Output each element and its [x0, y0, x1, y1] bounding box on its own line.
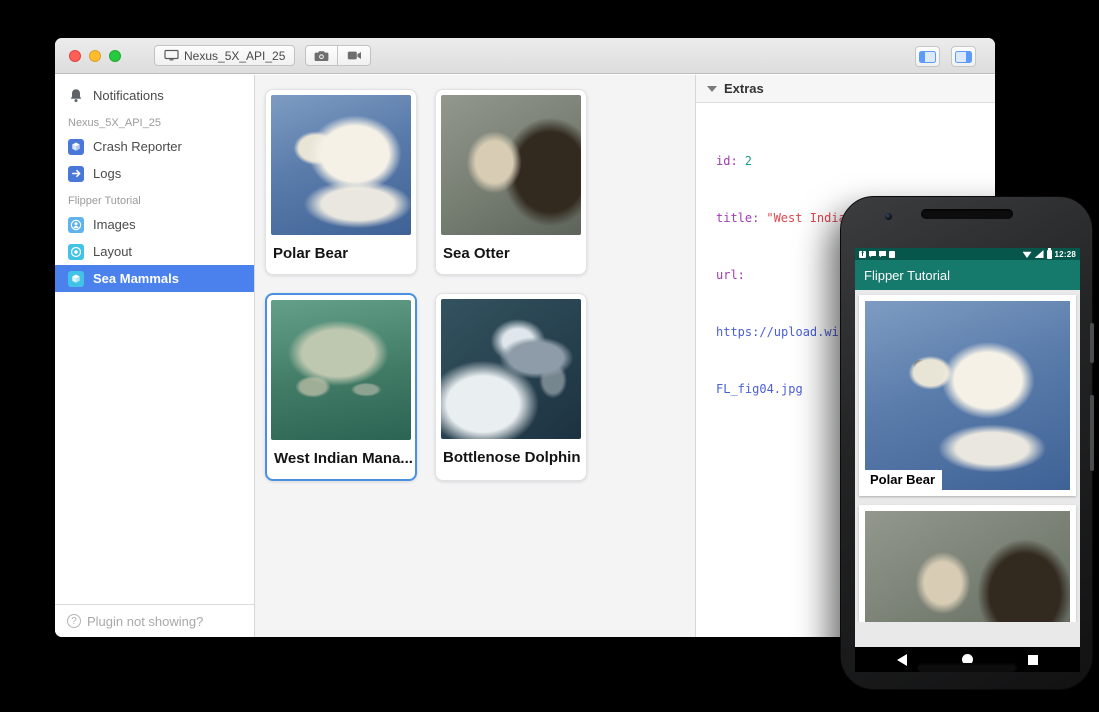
card-title: Polar Bear	[266, 235, 416, 274]
toggle-left-sidebar-button[interactable]	[915, 46, 940, 67]
sidebar-item-label: Images	[93, 217, 136, 232]
back-icon	[897, 654, 907, 666]
sidebar-section-device: Nexus_5X_API_25	[55, 109, 254, 133]
sidebar-item-sea-mammals[interactable]: Sea Mammals	[55, 265, 254, 292]
power-button	[1090, 323, 1094, 363]
cell-signal-icon	[1035, 250, 1044, 258]
card-title: Sea Otter	[436, 235, 586, 274]
target-icon	[68, 244, 84, 260]
left-panel-toggle-icon	[919, 51, 936, 63]
close-button[interactable]	[69, 50, 81, 62]
recents-icon	[1028, 655, 1038, 665]
sidebar-item-label: Layout	[93, 244, 132, 259]
crash-reporter-cube-icon	[68, 139, 84, 155]
plugin-main-content: Polar Bear Sea Otter West Indian Mana...…	[255, 75, 695, 637]
phone-sea-otter-image	[865, 511, 1070, 622]
extras-header[interactable]: Extras	[696, 75, 995, 103]
nexus-phone-mockup: f 12:28 Flipper Tutorial Po	[840, 196, 1093, 690]
window-toolbar: Nexus_5X_API_25	[55, 38, 995, 74]
sea-mammals-cube-icon	[68, 271, 84, 287]
sidebar-item-label: Crash Reporter	[93, 139, 182, 154]
screenshot-button[interactable]	[305, 45, 338, 66]
phone-card-sea-otter	[859, 505, 1076, 622]
sidebar-section-app: Flipper Tutorial	[55, 187, 254, 211]
sidebar-item-crash-reporter[interactable]: Crash Reporter	[55, 133, 254, 160]
toggle-right-sidebar-button[interactable]	[951, 46, 976, 67]
minimize-button[interactable]	[89, 50, 101, 62]
card-polar-bear[interactable]: Polar Bear	[265, 89, 417, 275]
help-icon: ?	[67, 614, 81, 628]
card-west-indian-manatee[interactable]: West Indian Mana...	[265, 293, 417, 481]
camera-icon	[314, 50, 329, 62]
person-circle-icon	[68, 217, 84, 233]
monitor-icon	[164, 49, 179, 62]
traffic-lights	[69, 50, 121, 62]
mammal-card-grid: Polar Bear Sea Otter West Indian Mana...…	[265, 89, 605, 481]
dolphin-image	[441, 299, 581, 439]
zoom-button[interactable]	[109, 50, 121, 62]
card-title: West Indian Mana...	[267, 440, 415, 479]
plugin-help-label: Plugin not showing?	[87, 614, 203, 629]
plugin-sidebar: Notifications Nexus_5X_API_25 Crash Repo…	[55, 75, 255, 637]
sea-otter-image	[441, 95, 581, 235]
android-status-bar: f 12:28	[855, 248, 1080, 260]
right-panel-toggle-icon	[955, 51, 972, 63]
message-icon	[879, 251, 886, 258]
battery-icon	[1047, 250, 1052, 259]
card-sea-otter[interactable]: Sea Otter	[435, 89, 587, 275]
wifi-icon	[1023, 250, 1032, 258]
bottom-speaker	[917, 663, 1017, 672]
device-selector-button[interactable]: Nexus_5X_API_25	[154, 45, 295, 66]
arrow-right-icon	[68, 166, 84, 182]
phone-card-polar-bear: Polar Bear	[859, 295, 1076, 496]
disclosure-triangle-icon	[707, 86, 717, 92]
code-line-id: id:2	[716, 152, 995, 171]
capture-button-group	[305, 45, 371, 66]
app-bar-title: Flipper Tutorial	[864, 268, 950, 283]
phone-polar-bear-image: Polar Bear	[865, 301, 1070, 490]
device-selector-label: Nexus_5X_API_25	[184, 49, 285, 63]
sidebar-item-notifications[interactable]: Notifications	[55, 82, 254, 109]
phone-screen: f 12:28 Flipper Tutorial Po	[855, 248, 1080, 647]
sidebar-item-logs[interactable]: Logs	[55, 160, 254, 187]
earpiece-speaker	[921, 209, 1013, 219]
facebook-notification-icon: f	[859, 251, 866, 258]
sidebar-item-label: Sea Mammals	[93, 271, 179, 286]
sidebar-item-images[interactable]: Images	[55, 211, 254, 238]
front-camera	[885, 213, 892, 220]
phone-card-label: Polar Bear	[865, 470, 942, 490]
plugin-help-link[interactable]: ? Plugin not showing?	[55, 604, 254, 637]
video-camera-icon	[347, 50, 362, 61]
lock-icon	[889, 251, 895, 258]
android-app-bar: Flipper Tutorial	[855, 260, 1080, 290]
desktop-stage: Nexus_5X_API_25	[0, 0, 1099, 712]
sidebar-item-label: Logs	[93, 166, 121, 181]
panel-toggle-group	[915, 46, 976, 67]
card-bottlenose-dolphin[interactable]: Bottlenose Dolphin	[435, 293, 587, 481]
message-icon	[869, 251, 876, 258]
screen-record-button[interactable]	[338, 45, 371, 66]
volume-button	[1090, 395, 1094, 471]
phone-app-content: Polar Bear	[855, 290, 1080, 622]
polar-bear-image	[271, 95, 411, 235]
manatee-image	[271, 300, 411, 440]
system-status-icons: 12:28	[1023, 250, 1076, 259]
bell-icon	[68, 88, 84, 103]
status-clock: 12:28	[1055, 250, 1076, 259]
notification-icons: f	[859, 251, 895, 258]
extras-title: Extras	[724, 81, 764, 96]
sidebar-item-layout[interactable]: Layout	[55, 238, 254, 265]
sidebar-item-label: Notifications	[93, 88, 164, 103]
card-title: Bottlenose Dolphin	[436, 439, 586, 478]
